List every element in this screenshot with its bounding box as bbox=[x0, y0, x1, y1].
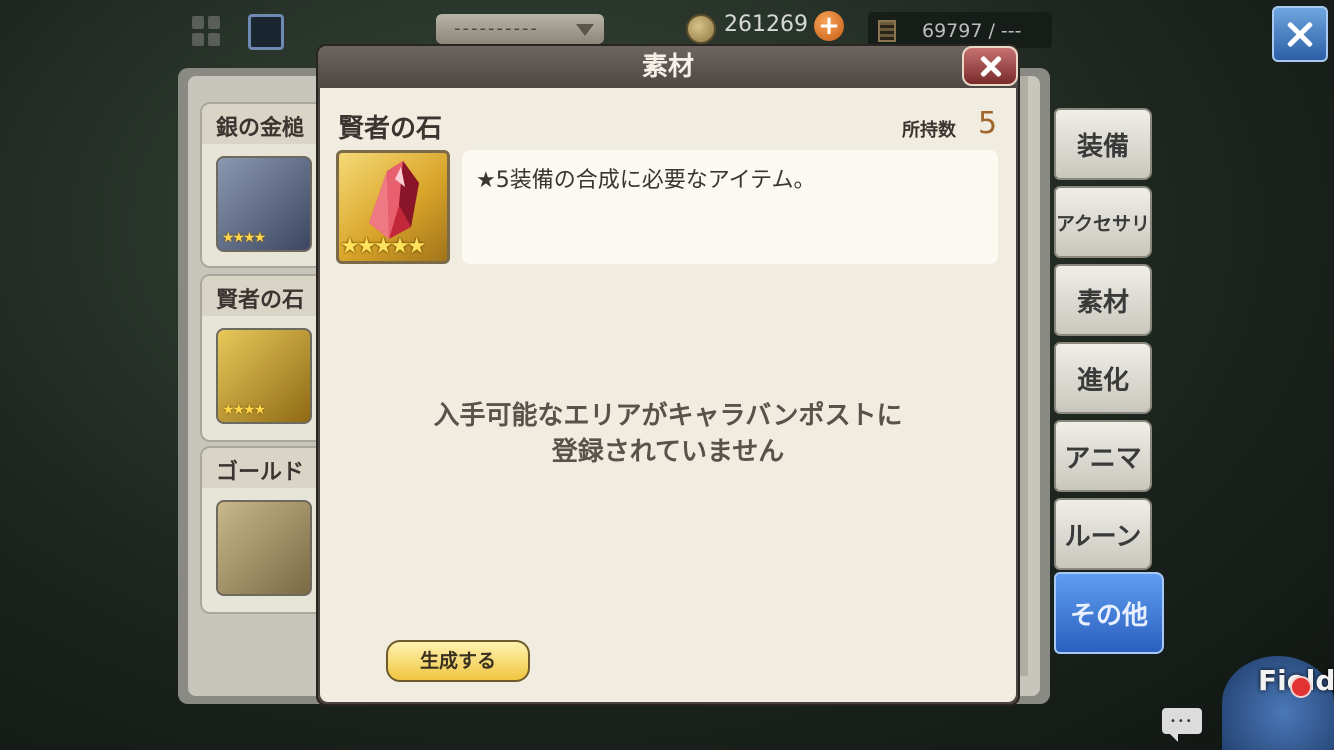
inventory-item[interactable]: 銀の金槌 ★★★★ bbox=[200, 102, 324, 268]
dialog-title: 素材 bbox=[318, 46, 1018, 88]
rarity-stars: ★★★★ bbox=[222, 402, 266, 418]
stamina-count: 69797 / --- bbox=[922, 20, 1022, 42]
rarity-stars: ★★★★ bbox=[222, 230, 266, 246]
availability-message: 入手可能なエリアがキャラバンポストに 登録されていません bbox=[320, 398, 1016, 470]
inventory-item-name: ゴールド bbox=[202, 448, 322, 488]
close-screen-button[interactable] bbox=[1272, 6, 1328, 62]
inventory-item-name: 銀の金槌 bbox=[202, 104, 322, 144]
owned-count: 5 bbox=[978, 106, 998, 141]
select-toggle-button[interactable] bbox=[248, 14, 284, 50]
chevron-down-icon bbox=[576, 24, 594, 36]
tab-material[interactable]: 素材 bbox=[1054, 264, 1152, 336]
tab-other[interactable]: その他 bbox=[1054, 572, 1164, 654]
add-gold-button[interactable]: + bbox=[814, 11, 844, 41]
chat-icon[interactable]: ••• bbox=[1162, 708, 1202, 742]
item-name: 賢者の石 bbox=[338, 114, 443, 144]
menu-grid-icon[interactable] bbox=[192, 16, 222, 46]
inventory-item[interactable]: 賢者の石 ★★★★ bbox=[200, 274, 324, 442]
hammer-icon: ★★★★ bbox=[216, 156, 312, 252]
tab-equipment[interactable]: 装備 bbox=[1054, 108, 1152, 180]
inventory-item[interactable]: ゴールド bbox=[200, 446, 324, 614]
rarity-stars: ★★★★★ bbox=[340, 234, 427, 259]
gold-coin-icon bbox=[686, 14, 716, 44]
tab-evolution[interactable]: 進化 bbox=[1054, 342, 1152, 414]
inventory-item-name: 賢者の石 bbox=[202, 276, 322, 316]
dialog-close-button[interactable] bbox=[962, 46, 1018, 86]
stamina-icon bbox=[878, 20, 896, 42]
tab-rune[interactable]: ルーン bbox=[1054, 498, 1152, 570]
tab-accessory[interactable]: アクセサリ bbox=[1054, 186, 1152, 258]
gold-count: 261269 bbox=[724, 12, 808, 37]
crystal-icon: ★★★★ bbox=[216, 328, 312, 424]
availability-message-line1: 入手可能なエリアがキャラバンポストに bbox=[433, 401, 903, 431]
notification-badge bbox=[1290, 676, 1312, 698]
sort-dropdown-value: ---------- bbox=[454, 18, 539, 39]
item-description: ★5装備の合成に必要なアイテム。 bbox=[476, 168, 816, 193]
availability-message-line2: 登録されていません bbox=[551, 437, 785, 467]
scrollbar-track[interactable] bbox=[1020, 76, 1028, 676]
owned-label: 所持数 bbox=[902, 120, 956, 141]
ticket-icon bbox=[216, 500, 312, 596]
generate-button[interactable]: 生成する bbox=[386, 640, 530, 682]
sort-dropdown[interactable]: ---------- bbox=[436, 14, 604, 44]
tab-anima[interactable]: アニマ bbox=[1054, 420, 1152, 492]
